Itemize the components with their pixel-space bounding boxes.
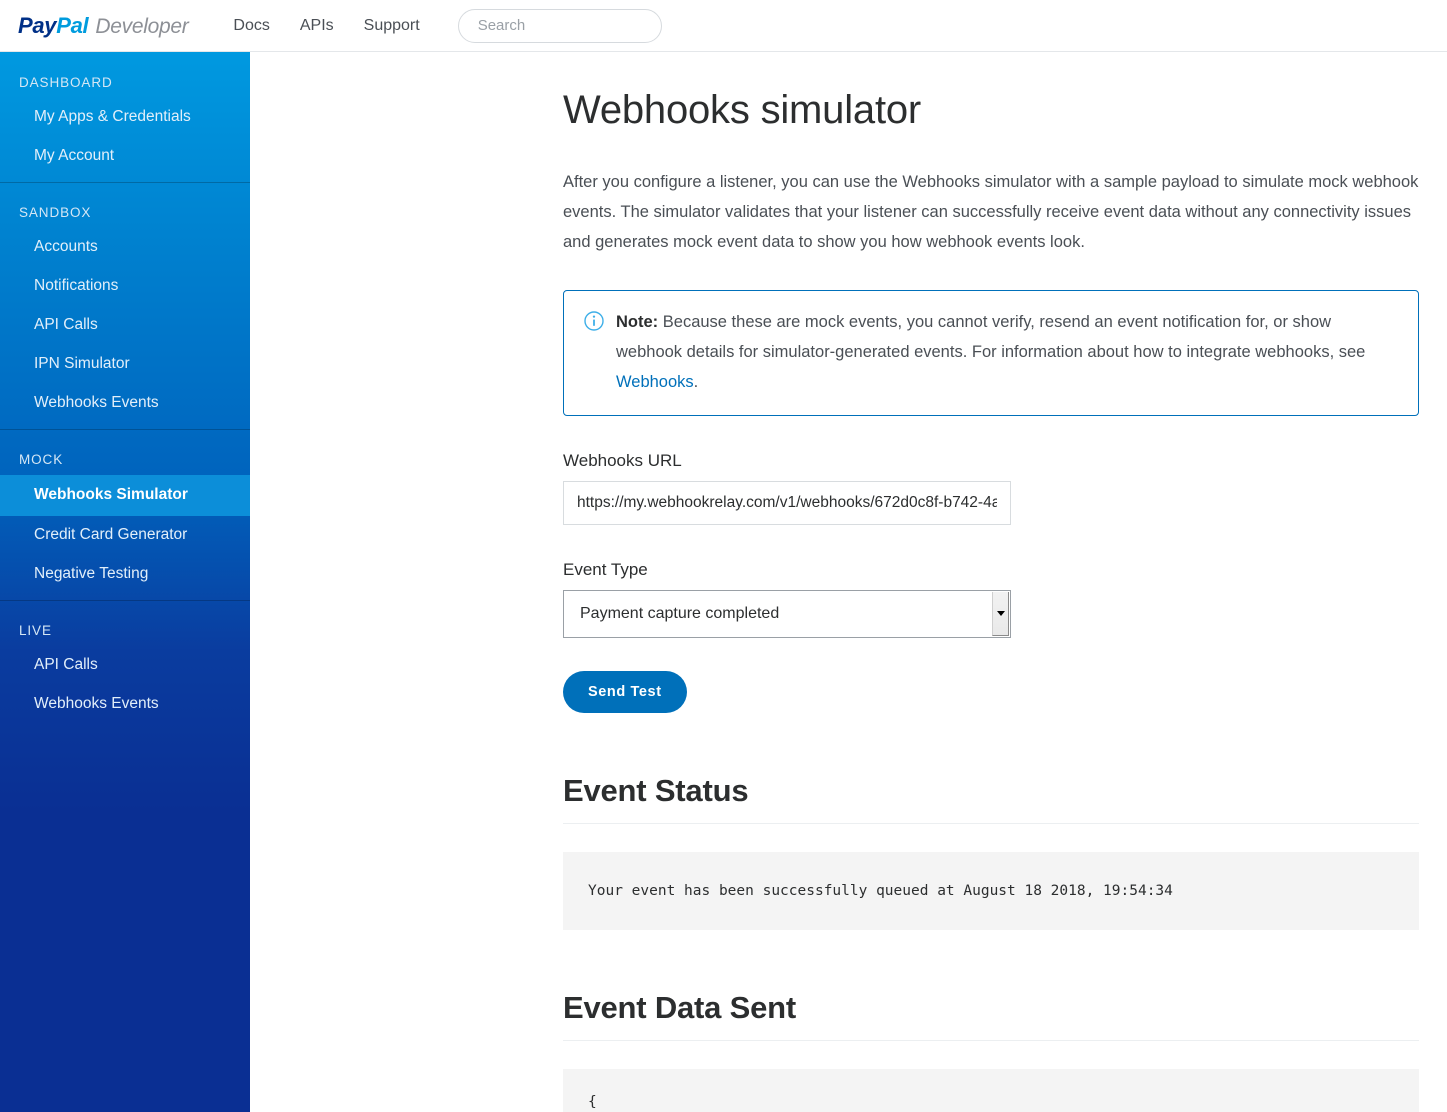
sidebar-group-title-dashboard: DASHBOARD (19, 75, 113, 90)
main-content: Webhooks simulator After you configure a… (250, 52, 1447, 1112)
webhooks-link[interactable]: Webhooks (616, 373, 694, 391)
paypal-developer-logo[interactable]: Pay Pal Developer (18, 12, 189, 39)
search-input[interactable] (475, 16, 644, 35)
note-body-tail: . (693, 373, 699, 391)
sidebar-group-mock: MOCK Webhooks Simulator Credit Card Gene… (0, 429, 250, 600)
logo-pay-text: Pay (18, 12, 57, 38)
event-type-select[interactable]: Payment capture completed (563, 590, 1011, 638)
sidebar-group-title-sandbox: SANDBOX (19, 205, 92, 220)
webhooks-url-input[interactable] (563, 481, 1011, 525)
sidebar-item-my-apps-credentials[interactable]: My Apps & Credentials (0, 98, 250, 137)
note-callout: Note: Because these are mock events, you… (563, 290, 1419, 416)
sidebar-item-api-calls-sandbox[interactable]: API Calls (0, 306, 250, 345)
event-type-selected-value: Payment capture completed (580, 605, 780, 622)
sidebar-nav: DASHBOARD My Apps & Credentials My Accou… (0, 52, 250, 1112)
page-title: Webhooks simulator (563, 88, 922, 132)
logo-developer-text: Developer (95, 14, 189, 38)
sidebar-group-sandbox: SANDBOX Accounts Notifications API Calls… (0, 182, 250, 429)
event-data-sent-heading: Event Data Sent (563, 990, 1419, 1041)
sidebar-item-webhooks-simulator[interactable]: Webhooks Simulator (0, 475, 250, 516)
top-header: Pay Pal Developer Docs APIs Support (0, 0, 1447, 52)
sidebar-item-api-calls-live[interactable]: API Calls (0, 646, 250, 685)
event-type-label: Event Type (563, 560, 648, 579)
info-circle-icon (584, 311, 604, 336)
intro-paragraph: After you configure a listener, you can … (563, 173, 1419, 251)
primary-nav: Docs APIs Support (233, 8, 662, 43)
sidebar-group-live: LIVE API Calls Webhooks Events (0, 600, 250, 730)
logo-pal-text: Pal (56, 12, 89, 38)
sidebar-item-webhooks-events-live[interactable]: Webhooks Events (0, 685, 250, 730)
search-box[interactable] (457, 8, 662, 43)
note-label: Note: (616, 313, 659, 331)
sidebar-item-ipn-simulator[interactable]: IPN Simulator (0, 345, 250, 384)
sidebar-item-negative-testing[interactable]: Negative Testing (0, 555, 250, 600)
event-data-payload: { "id": "WH-7Y7254563A4550640-11V2185806… (563, 1069, 1419, 1112)
sidebar-item-notifications[interactable]: Notifications (0, 267, 250, 306)
sidebar-item-credit-card-generator[interactable]: Credit Card Generator (0, 516, 250, 555)
nav-link-support[interactable]: Support (364, 17, 420, 35)
nav-link-docs[interactable]: Docs (233, 17, 269, 35)
webhooks-url-label: Webhooks URL (563, 451, 682, 470)
sidebar-group-dashboard: DASHBOARD My Apps & Credentials My Accou… (0, 52, 250, 182)
content-column: Webhooks simulator After you configure a… (563, 52, 1419, 1112)
sidebar-group-title-mock: MOCK (19, 452, 64, 467)
note-text: Note: Because these are mock events, you… (616, 307, 1398, 397)
chevron-down-icon[interactable] (992, 592, 1009, 636)
sidebar-item-my-account[interactable]: My Account (0, 137, 250, 182)
event-status-heading: Event Status (563, 773, 1419, 824)
note-body: Because these are mock events, you canno… (616, 313, 1366, 361)
sidebar-group-title-live: LIVE (19, 623, 52, 638)
send-test-button[interactable]: Send Test (563, 671, 687, 713)
event-status-message: Your event has been successfully queued … (563, 852, 1419, 930)
nav-link-apis[interactable]: APIs (300, 17, 334, 35)
sidebar-item-accounts[interactable]: Accounts (0, 228, 250, 267)
sidebar-item-webhooks-events-sandbox[interactable]: Webhooks Events (0, 384, 250, 429)
